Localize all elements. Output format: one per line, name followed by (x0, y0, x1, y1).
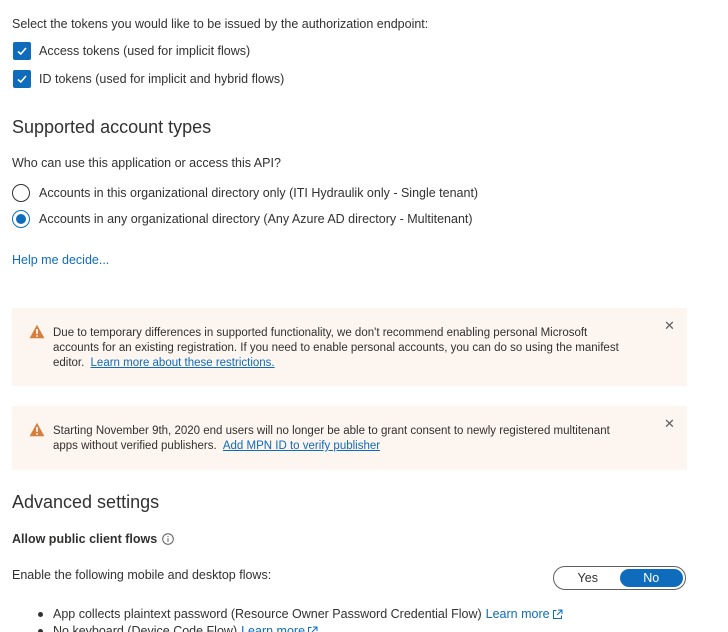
info-icon[interactable] (162, 533, 174, 545)
id-tokens-checkbox-row[interactable]: ID tokens (used for implicit and hybrid … (13, 70, 284, 88)
list-item: No keyboard (Device Code Flow) Learn mor… (38, 624, 318, 632)
multitenant-label: Accounts in any organizational directory… (39, 212, 473, 226)
close-icon[interactable]: ✕ (664, 417, 675, 430)
warning-icon (29, 324, 45, 339)
external-link-icon (308, 626, 318, 632)
toggle-no[interactable]: No (619, 569, 683, 587)
bullet (38, 611, 43, 617)
single-tenant-label: Accounts in this organizational director… (39, 186, 479, 200)
checkmark-icon (17, 75, 27, 84)
flows-label: Enable the following mobile and desktop … (12, 568, 272, 582)
id-tokens-checkbox[interactable] (13, 70, 31, 88)
add-mpn-id-link[interactable]: Add MPN ID to verify publisher (223, 440, 380, 452)
multitenant-radio-row[interactable]: Accounts in any organizational directory… (12, 210, 473, 228)
device-code-learn-more-link[interactable]: Learn more (241, 624, 305, 632)
single-tenant-radio[interactable] (12, 184, 30, 202)
checkmark-icon (17, 47, 27, 56)
consent-warning: Starting November 9th, 2020 end users wi… (12, 406, 687, 470)
public-client-toggle[interactable]: Yes No (553, 566, 686, 590)
warning-line: Due to temporary differences in supporte… (53, 327, 588, 339)
warning-line: Starting November 9th, 2020 end users wi… (53, 425, 610, 437)
bullet (38, 628, 43, 632)
multitenant-radio[interactable] (12, 210, 30, 228)
access-tokens-label: Access tokens (used for implicit flows) (39, 44, 251, 58)
external-link-icon (552, 609, 563, 619)
warning-line: apps without verified publishers. (53, 440, 217, 452)
personal-accounts-warning: Due to temporary differences in supporte… (12, 308, 687, 386)
radio-selected-dot (16, 214, 26, 224)
tokens-prompt: Select the tokens you would like to be i… (12, 17, 429, 31)
account-types-question: Who can use this application or access t… (12, 156, 281, 170)
access-tokens-checkbox-row[interactable]: Access tokens (used for implicit flows) (13, 42, 250, 60)
help-me-decide-link[interactable]: Help me decide... (12, 253, 109, 267)
ropc-flow-text: App collects plaintext password (Resourc… (53, 607, 482, 621)
access-tokens-checkbox[interactable] (13, 42, 31, 60)
list-item: App collects plaintext password (Resourc… (38, 607, 563, 621)
ropc-learn-more-link[interactable]: Learn more (486, 607, 550, 621)
device-code-flow-text: No keyboard (Device Code Flow) (53, 624, 238, 632)
close-icon[interactable]: ✕ (664, 319, 675, 332)
public-client-label: Allow public client flows (12, 532, 158, 546)
warning-line: accounts for an existing registration. I… (53, 342, 619, 354)
account-types-title: Supported account types (12, 117, 212, 137)
warning-line: editor. (53, 357, 85, 369)
toggle-yes[interactable]: Yes (556, 569, 620, 587)
public-client-heading: Allow public client flows (12, 532, 174, 546)
id-tokens-label: ID tokens (used for implicit and hybrid … (39, 72, 285, 86)
single-tenant-radio-row[interactable]: Accounts in this organizational director… (12, 184, 478, 202)
warning-icon (29, 422, 45, 437)
learn-more-restrictions-link[interactable]: Learn more about these restrictions. (91, 357, 275, 369)
advanced-settings-title: Advanced settings (12, 492, 160, 512)
